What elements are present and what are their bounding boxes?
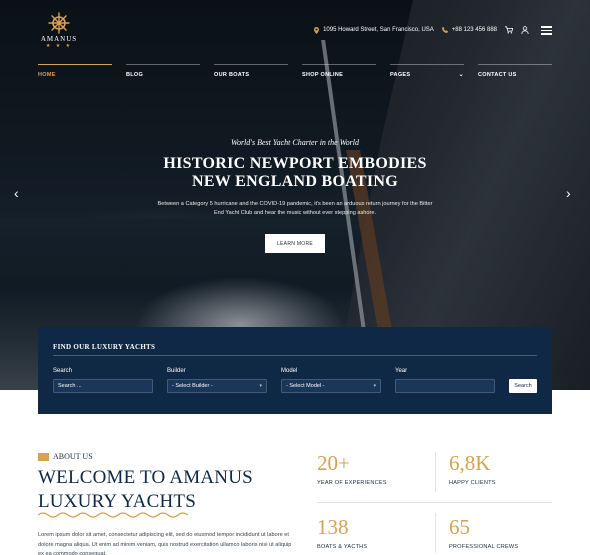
kicker-bar (38, 452, 49, 461)
model-label: Model (281, 368, 298, 374)
stat-label: YEAR OF EXPERIENCES (317, 480, 387, 486)
model-select[interactable]: - Select Model - ▾ (281, 379, 381, 393)
stat-label: PROFESSIONAL CREWS (449, 544, 519, 550)
hero-title-line2: NEW ENGLAND BOATING (191, 173, 399, 190)
nav-item-shop-online[interactable]: SHOP ONLINE (302, 64, 376, 78)
stat-divider (435, 513, 436, 553)
slider-prev-icon[interactable]: ‹ (14, 186, 19, 200)
stat-value: 65 (449, 515, 470, 539)
stat-boats: 138 BOATS & YACTHS (317, 516, 367, 550)
builder-select[interactable]: - Select Builder - ▾ (167, 379, 267, 393)
ship-wheel-icon (48, 12, 70, 34)
stat-crews: 65 PROFESSIONAL CREWS (449, 516, 518, 550)
site-logo[interactable]: AMANUS ★ ★ ★ (38, 12, 80, 49)
about-paragraph: Lorem ipsum dolor sit amet, consectetur … (38, 532, 292, 555)
main-nav: HOME BLOG OUR BOATS SHOP ONLINE PAGES ⌄ C… (38, 64, 552, 78)
stat-label: HAPPY CLIENTS (449, 480, 496, 486)
address-text: 1095 Howard Street, San Francisco, USA (323, 27, 434, 34)
stat-divider (435, 452, 436, 492)
phone-icon (441, 27, 448, 34)
chevron-down-icon: ▾ (373, 383, 376, 389)
phone-text: +88 123 456 888 (451, 27, 497, 34)
about-kicker-text: ABOUT US (53, 452, 93, 461)
yacht-search-panel: FIND OUR LUXURY YACHTS Search Search ...… (38, 327, 552, 414)
hero-kicker: World's Best Yacht Charter in the World (231, 138, 359, 147)
header-topbar: 1095 Howard Street, San Francisco, USA +… (314, 26, 552, 35)
stat-value: 6,8K (449, 451, 491, 475)
about-kicker: ABOUT US (38, 452, 93, 461)
user-icon[interactable] (521, 26, 529, 35)
chevron-down-icon: ▾ (259, 383, 262, 389)
menu-hamburger-icon[interactable] (541, 26, 552, 35)
search-input[interactable]: Search ... (53, 379, 153, 393)
search-divider (53, 355, 537, 356)
nav-item-contact-us[interactable]: CONTACT US (478, 64, 552, 78)
stat-label: BOATS & YACTHS (317, 544, 368, 550)
nav-item-home[interactable]: HOME (38, 64, 112, 78)
location-pin-icon (314, 26, 320, 34)
about-title: WELCOME TO AMANUS LUXURY YACHTS (38, 466, 253, 514)
header-address: 1095 Howard Street, San Francisco, USA (314, 26, 434, 34)
stat-divider (317, 502, 552, 503)
cart-icon[interactable] (505, 26, 513, 34)
hero-title: HISTORIC NEWPORT EMBODIES NEW ENGLAND BO… (0, 155, 590, 191)
search-label: Search (53, 368, 73, 374)
slider-next-icon[interactable]: › (566, 186, 571, 200)
chevron-down-icon: ⌄ (458, 72, 464, 78)
stat-value: 20+ (317, 451, 350, 475)
nav-item-pages[interactable]: PAGES ⌄ (390, 64, 464, 78)
builder-label: Builder (167, 368, 186, 374)
logo-stars: ★ ★ ★ (45, 43, 73, 49)
search-panel-title: FIND OUR LUXURY YACHTS (53, 343, 156, 351)
year-label: Year (395, 368, 408, 374)
hero-description: Between a Category 5 hurricane and the C… (157, 201, 433, 216)
nav-item-our-boats[interactable]: OUR BOATS (214, 64, 288, 78)
wave-divider-icon (38, 512, 188, 518)
year-input[interactable] (395, 379, 495, 393)
search-button[interactable]: Search (509, 379, 537, 393)
stat-value: 138 (317, 515, 349, 539)
nav-item-blog[interactable]: BLOG (126, 64, 200, 78)
logo-wordmark: AMANUS (40, 35, 78, 43)
stat-experience: 20+ YEAR OF EXPERIENCES (317, 452, 387, 486)
learn-more-button[interactable]: LEARN MORE (265, 234, 325, 253)
header-phone[interactable]: +88 123 456 888 (441, 27, 497, 34)
hero-title-line1: HISTORIC NEWPORT EMBODIES (163, 155, 427, 172)
about-title-line1: WELCOME TO AMANUS (38, 467, 253, 488)
stat-clients: 6,8K HAPPY CLIENTS (449, 452, 496, 486)
